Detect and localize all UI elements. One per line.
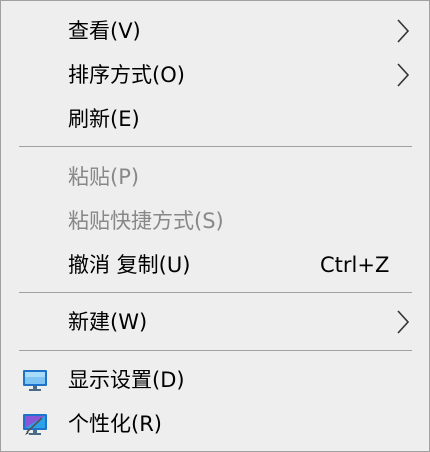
chevron-right-icon [397, 19, 410, 43]
menu-item-refresh[interactable]: 刷新(E) [2, 97, 428, 141]
menu-item-display-settings[interactable]: 显示设置(D) [2, 358, 428, 402]
menu-separator [19, 350, 412, 351]
menu-separator [19, 146, 412, 147]
menu-item-new-label: 新建(W) [68, 310, 148, 334]
menu-item-new[interactable]: 新建(W) [2, 300, 428, 344]
menu-item-undo-copy-shortcut: Ctrl+Z [320, 253, 390, 277]
menu-item-view[interactable]: 查看(V) [2, 9, 428, 53]
menu-item-personalize[interactable]: 个性化(R) [2, 402, 428, 446]
menu-item-view-label: 查看(V) [68, 19, 141, 43]
menu-item-paste: 粘贴(P) [2, 155, 428, 199]
menu-item-refresh-label: 刷新(E) [68, 107, 140, 131]
menu-item-paste-shortcut: 粘贴快捷方式(S) [2, 199, 428, 243]
menu-item-display-settings-label: 显示设置(D) [68, 368, 185, 392]
menu-separator [19, 292, 412, 293]
menu-item-sort-by-label: 排序方式(O) [68, 63, 185, 87]
personalize-icon [23, 414, 47, 435]
menu-item-paste-shortcut-label: 粘贴快捷方式(S) [68, 209, 224, 233]
menu-item-undo-copy[interactable]: 撤消 复制(U) Ctrl+Z [2, 243, 428, 287]
menu-item-undo-copy-label: 撤消 复制(U) [68, 253, 191, 277]
chevron-right-icon [397, 63, 410, 87]
desktop-context-menu: 查看(V) 排序方式(O) 刷新(E) 粘贴(P) 粘贴快捷方式(S) 撤消 复… [0, 0, 430, 452]
monitor-icon [23, 370, 47, 391]
menu-item-personalize-label: 个性化(R) [68, 412, 162, 436]
menu-item-paste-label: 粘贴(P) [68, 165, 140, 189]
menu-item-sort-by[interactable]: 排序方式(O) [2, 53, 428, 97]
chevron-right-icon [397, 310, 410, 334]
